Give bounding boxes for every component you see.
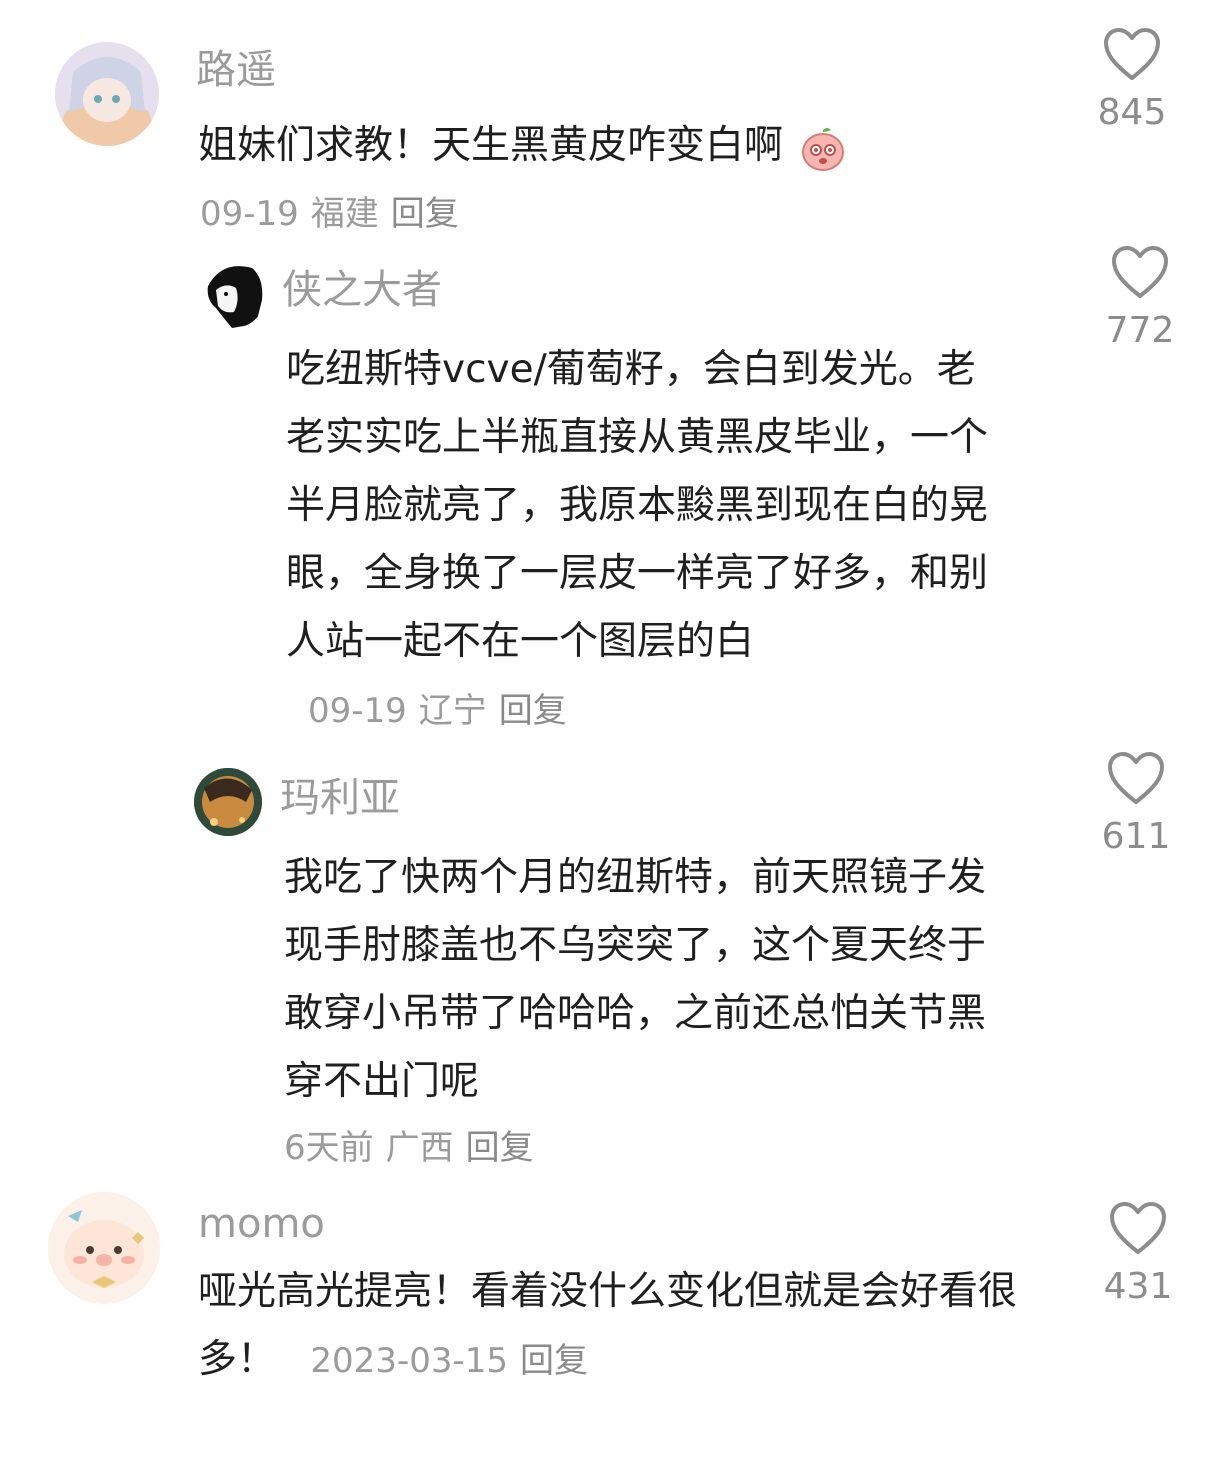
comment-text-content: 吃纽斯特vcve/葡萄籽，会白到发光。老老实实吃上半瓶直接从黄黑皮毕业，一个半月… [286, 347, 989, 664]
comment-text: 哑光高光提亮！看着没什么变化但就是会好看很多！ 2023-03-15 回复 [198, 1258, 1028, 1395]
comment-text: 吃纽斯特vcve/葡萄籽，会白到发光。老老实实吃上半瓶直接从黄黑皮毕业，一个半月… [286, 336, 1006, 745]
reply-item: 玛利亚 我吃了快两个月的纽斯特，前天照镜子发现手肘膝盖也不乌突突了，这个夏天终于… [0, 740, 1220, 1180]
comment-date: 09-19 [308, 691, 407, 731]
avatar-image [194, 768, 262, 836]
reply-button[interactable]: 回复 [499, 691, 567, 731]
avatar-image [55, 42, 159, 146]
like-button[interactable]: 772 [1080, 244, 1200, 351]
comment-text: 姐妹们求教！天生黑黄皮咋变白啊 [198, 114, 998, 178]
comment-meta: 6天前 广西 回复 [284, 1120, 546, 1169]
comment-location: 广西 [385, 1128, 454, 1168]
comment-location: 辽宁 [418, 691, 487, 731]
avatar-image [48, 1192, 160, 1304]
username[interactable]: momo [198, 1200, 325, 1248]
like-count: 431 [1103, 1266, 1173, 1307]
avatar[interactable] [202, 260, 266, 328]
like-count: 611 [1101, 816, 1171, 857]
username[interactable]: 路遥 [196, 46, 276, 94]
reply-button[interactable]: 回复 [520, 1341, 588, 1381]
comment-date: 2023-03-15 [310, 1341, 509, 1381]
reply-item: 侠之大者 吃纽斯特vcve/葡萄籽，会白到发光。老老实实吃上半瓶直接从黄黑皮毕业… [0, 240, 1220, 740]
comment-text-content: 我吃了快两个月的纽斯特，前天照镜子发现手肘膝盖也不乌突突了，这个夏天终于敢穿小吊… [284, 855, 987, 1104]
like-button[interactable]: 431 [1078, 1200, 1198, 1307]
avatar[interactable] [55, 42, 159, 146]
comment-item: 路遥 姐妹们求教！天生黑黄皮咋变白啊 09-19 福建 回复 845 [0, 0, 1220, 240]
comment-date: 6天前 [284, 1128, 374, 1168]
comment-text-content: 姐妹们求教！天生黑黄皮咋变白啊 [198, 123, 784, 168]
reply-button[interactable]: 回复 [466, 1128, 534, 1168]
comment-date: 09-19 [200, 194, 299, 234]
like-count: 772 [1105, 310, 1175, 351]
comment-item: momo 哑光高光提亮！看着没什么变化但就是会好看很多！ 2023-03-15 回… [0, 1180, 1220, 1458]
like-button[interactable]: 611 [1076, 750, 1196, 857]
comment-meta: 2023-03-15 回复 [310, 1341, 600, 1381]
like-count: 845 [1097, 92, 1167, 133]
avatar[interactable] [194, 768, 262, 836]
username[interactable]: 玛利亚 [280, 774, 400, 822]
heart-outline-icon [1112, 246, 1168, 298]
crying-peach-emoji [799, 124, 847, 172]
reply-button[interactable]: 回复 [391, 194, 459, 234]
comment-meta: 09-19 辽宁 回复 [308, 691, 579, 731]
comment-meta: 09-19 福建 回复 [200, 186, 471, 235]
comment-location: 福建 [310, 194, 379, 234]
username[interactable]: 侠之大者 [282, 266, 442, 314]
like-button[interactable]: 845 [1072, 26, 1192, 133]
avatar[interactable] [48, 1192, 160, 1304]
heart-outline-icon [1104, 28, 1160, 80]
heart-outline-icon [1110, 1202, 1166, 1254]
heart-outline-icon [1108, 752, 1164, 804]
avatar-image [202, 260, 266, 328]
comment-text: 我吃了快两个月的纽斯特，前天照镜子发现手肘膝盖也不乌突突了，这个夏天终于敢穿小吊… [284, 844, 1004, 1116]
